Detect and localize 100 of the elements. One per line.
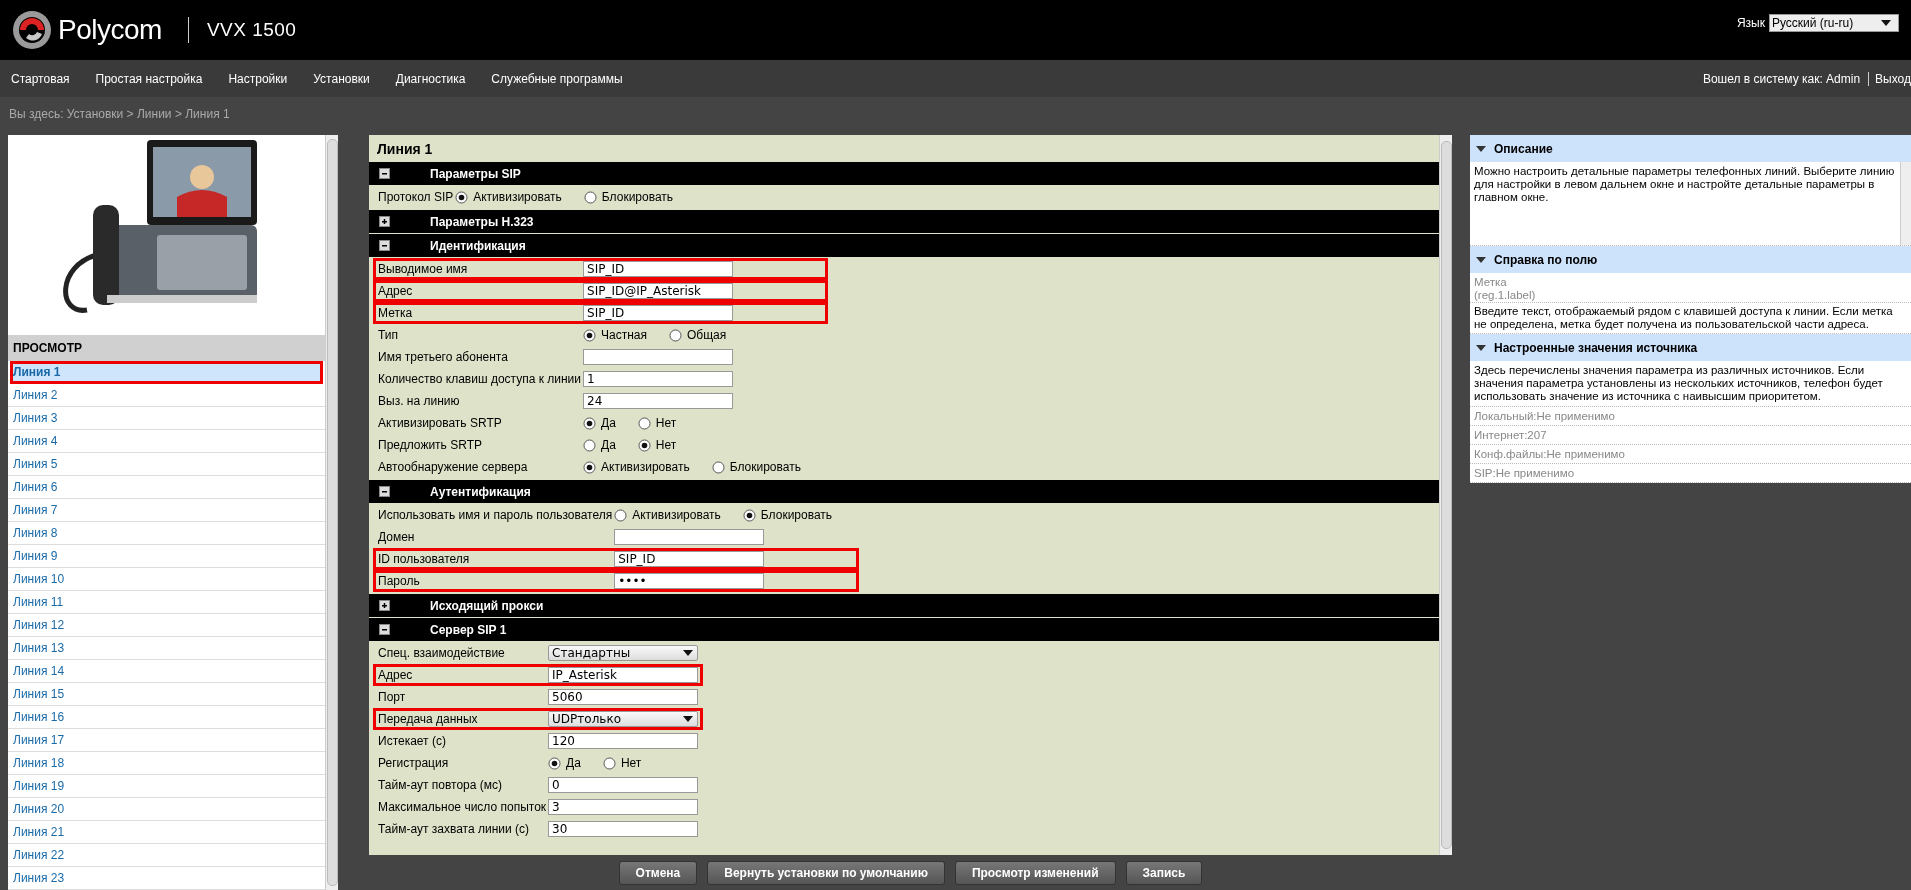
nav-item[interactable]: Простая настройка	[95, 71, 203, 86]
collapse-icon[interactable]	[379, 486, 390, 497]
collapse-icon[interactable]	[379, 240, 390, 251]
breadcrumb: Вы здесь: Установки > Линии > Линия 1	[9, 106, 230, 121]
scrollbar[interactable]	[325, 135, 338, 890]
line-item[interactable]: Линия 10	[8, 568, 325, 591]
line-item[interactable]: Линия 9	[8, 545, 325, 568]
radio-button[interactable]	[548, 756, 562, 770]
nav-item[interactable]: Настройки	[228, 71, 288, 86]
input-field[interactable]: 30	[548, 821, 699, 837]
logo-text: Polycom	[58, 14, 162, 46]
line-item[interactable]: Линия 22	[8, 844, 325, 867]
expand-icon[interactable]	[379, 216, 390, 227]
input-field[interactable]: 120	[548, 733, 699, 749]
action-button[interactable]: Вернуть установки по умолчанию	[707, 860, 945, 885]
option-label: Активизировать	[601, 460, 690, 474]
input-field[interactable]: 24	[583, 393, 733, 409]
line-item[interactable]: Линия 2	[8, 384, 325, 407]
password-field[interactable]: ••••	[614, 573, 765, 589]
section-header[interactable]: Аутентификация	[369, 480, 1439, 503]
line-item[interactable]: Линия 20	[8, 798, 325, 821]
input-field[interactable]: IP_Asterisk	[548, 667, 699, 683]
input-field[interactable]: SIP_ID@IP_Asterisk	[583, 283, 733, 299]
panel-header[interactable]: Настроенные значения источника	[1470, 334, 1911, 361]
input-field[interactable]: SIP_ID	[583, 261, 733, 277]
radio-button[interactable]	[602, 756, 616, 770]
input-field[interactable]: SIP_ID	[583, 305, 733, 321]
logout-link[interactable]: Выход	[1868, 71, 1911, 86]
section-header[interactable]: Исходящий прокси	[369, 594, 1439, 617]
line-item[interactable]: Линия 5	[8, 453, 325, 476]
panel-header[interactable]: Описание	[1470, 135, 1911, 162]
line-item[interactable]: Линия 12	[8, 614, 325, 637]
input-field[interactable]: 1	[583, 371, 733, 387]
line-item[interactable]: Линия 8	[8, 522, 325, 545]
field-name: Метка	[1474, 276, 1508, 289]
line-item[interactable]: Линия 18	[8, 752, 325, 775]
radio-button[interactable]	[583, 190, 597, 204]
panel-header[interactable]: Справка по полю	[1470, 246, 1911, 273]
nav-item[interactable]: Стартовая	[11, 71, 70, 86]
nav-item[interactable]: Служебные программы	[491, 71, 623, 86]
scrollbar[interactable]	[1900, 162, 1911, 245]
collapse-icon[interactable]	[379, 624, 390, 635]
option-label: Да	[601, 416, 616, 430]
field-label: Протокол SIP	[378, 190, 455, 204]
radio-button[interactable]	[742, 508, 756, 522]
scrollbar[interactable]	[1439, 135, 1452, 855]
input-field[interactable]: 5060	[548, 689, 699, 705]
radio-button[interactable]	[614, 508, 628, 522]
expand-icon[interactable]	[379, 600, 390, 611]
radio-button[interactable]	[583, 328, 596, 342]
section-header[interactable]: Сервер SIP 1	[369, 618, 1439, 641]
source-value: Локальный:Не применимо	[1470, 407, 1911, 426]
language-select[interactable]: Русский (ru-ru)	[1769, 14, 1899, 32]
line-item[interactable]: Линия 7	[8, 499, 325, 522]
section-header[interactable]: Идентификация	[369, 234, 1439, 257]
collapse-icon[interactable]	[379, 168, 390, 179]
input-field[interactable]: 0	[548, 777, 699, 793]
option-label: Блокировать	[601, 190, 674, 204]
action-button[interactable]: Просмотр изменений	[954, 860, 1116, 885]
nav-item[interactable]: Диагностика	[395, 71, 466, 86]
select-field[interactable]: UDPтолько	[548, 711, 699, 727]
line-item[interactable]: Линия 1	[10, 361, 323, 384]
line-item[interactable]: Линия 17	[8, 729, 325, 752]
action-button[interactable]: Запись	[1125, 860, 1203, 885]
line-item[interactable]: Линия 23	[8, 867, 325, 890]
radio-button[interactable]	[455, 190, 469, 204]
sources-text: Здесь перечислены значения параметра из различных источников. Если значения параметра установлены из нескольких источников, телефон будет использовать значение из источника с наивысшим приоритетом.	[1470, 361, 1911, 407]
select-field[interactable]: Стандартны	[548, 645, 699, 661]
line-item[interactable]: Линия 16	[8, 706, 325, 729]
option-label: Да	[601, 438, 616, 452]
radio-button[interactable]	[711, 460, 725, 474]
line-item[interactable]: Линия 13	[8, 637, 325, 660]
input-field[interactable]: SIP_ID	[614, 551, 765, 567]
field-label: Регистрация	[378, 756, 450, 770]
radio-button[interactable]	[583, 416, 596, 430]
radio-button[interactable]	[669, 328, 682, 342]
input-field[interactable]	[614, 529, 765, 545]
option-label: Блокировать	[729, 460, 801, 474]
line-item[interactable]: Линия 4	[8, 430, 325, 453]
line-item[interactable]: Линия 11	[8, 591, 325, 614]
action-button[interactable]: Отмена	[618, 860, 698, 885]
line-item[interactable]: Линия 21	[8, 821, 325, 844]
field-label: Активизировать SRTP	[378, 416, 503, 430]
radio-button[interactable]	[583, 438, 596, 452]
section-header[interactable]: Параметры H.323	[369, 210, 1439, 233]
radio-button[interactable]	[637, 438, 651, 452]
nav-item[interactable]: Установки	[313, 71, 370, 86]
radio-button[interactable]	[637, 416, 651, 430]
section-header[interactable]: Параметры SIP	[369, 162, 1439, 185]
line-item[interactable]: Линия 6	[8, 476, 325, 499]
line-item[interactable]: Линия 14	[8, 660, 325, 683]
input-field[interactable]	[583, 349, 733, 365]
line-item[interactable]: Линия 3	[8, 407, 325, 430]
field-label: Адрес	[378, 668, 414, 682]
input-field[interactable]: 3	[548, 799, 699, 815]
line-item[interactable]: Линия 15	[8, 683, 325, 706]
description-text: Можно настроить детальные параметры телефонных линий. Выберите линию для настройки в левом дальнем окне и настройте детальные параметры в главном окне.	[1474, 165, 1896, 205]
source-value: SIP:Не применимо	[1470, 464, 1911, 483]
line-item[interactable]: Линия 19	[8, 775, 325, 798]
radio-button[interactable]	[583, 460, 596, 474]
